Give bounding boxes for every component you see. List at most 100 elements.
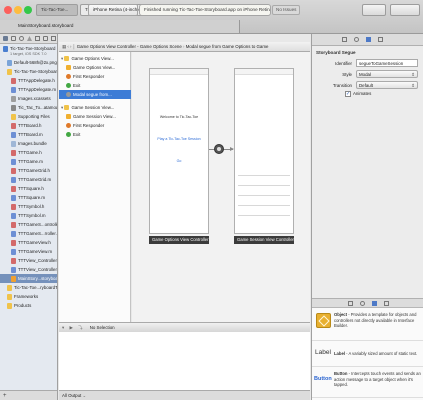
navigator-item[interactable]: TTTBoard.m xyxy=(0,130,57,139)
add-icon[interactable]: + xyxy=(3,393,7,399)
navigator-item[interactable]: TTTAppDelegate.m xyxy=(0,85,57,94)
navigator-item[interactable]: TTTView_Controller.h xyxy=(0,256,58,265)
file-inspector-icon[interactable] xyxy=(342,37,347,42)
button-icon: Button xyxy=(314,376,332,382)
navigator-item[interactable]: Tic-Tac-Toe-Storyboard xyxy=(0,67,57,76)
navigator-item[interactable]: Supporting Files xyxy=(0,112,57,121)
library-item-object[interactable]: Object - Provides a template for objects… xyxy=(312,309,423,341)
library-item-button[interactable]: Button Button - Intercepts touch events … xyxy=(312,368,423,398)
exit-icon xyxy=(66,83,71,89)
minimize-window-button[interactable] xyxy=(14,6,22,14)
storyboard-canvas[interactable]: Welcome to Tic-Tac-Toe Play a Tic-Tac-To… xyxy=(132,52,310,322)
continue-icon[interactable]: ▶ xyxy=(69,325,72,330)
scene-title-bar-1[interactable]: Game Options View Controller xyxy=(149,236,209,244)
navigator-item[interactable]: Default-568h@2x.png xyxy=(0,58,57,67)
debug-navigator-icon[interactable] xyxy=(43,36,48,41)
table-cell[interactable] xyxy=(238,209,290,216)
navigator-item[interactable]: Products xyxy=(0,301,57,310)
close-window-button[interactable] xyxy=(4,6,12,14)
issues-badge[interactable]: No Issues xyxy=(272,5,301,15)
document-tab[interactable]: MainStoryboard.storyboard xyxy=(0,20,240,33)
output-filter[interactable]: All Output ⌄ xyxy=(59,390,310,400)
navigator-item[interactable]: TTTGame.m xyxy=(0,157,57,166)
window-tab-1[interactable]: Tic-Tac-Toe... xyxy=(36,4,78,16)
jumpbar-item-segue[interactable]: Modal segue from Game Options to Game xyxy=(186,44,269,49)
log-navigator-icon[interactable] xyxy=(51,36,56,41)
go-button[interactable]: Go xyxy=(150,159,208,163)
segue-icon[interactable] xyxy=(214,144,224,154)
issue-navigator-icon[interactable] xyxy=(27,36,32,41)
outline-item-responder[interactable]: First Responder xyxy=(59,121,131,130)
search-navigator-icon[interactable] xyxy=(19,36,24,41)
navigator-item[interactable]: TTTView_Controller.m xyxy=(0,265,57,274)
navigator-item[interactable]: Tic_Tac_To...atamodeld xyxy=(0,103,57,112)
editor-mode-segment[interactable] xyxy=(362,4,386,16)
game-options-scene[interactable]: Welcome to Tic-Tac-Toe Play a Tic-Tac-To… xyxy=(149,68,209,234)
navigator-item[interactable]: MainStory...storyboard xyxy=(0,274,58,283)
outline-item-scene[interactable]: ▾ Game Options View... xyxy=(59,54,131,63)
output-selector[interactable]: All Output xyxy=(62,393,81,398)
source-icon xyxy=(11,86,16,93)
outline-item-responder[interactable]: First Responder xyxy=(59,72,131,81)
navigator-item[interactable]: TTTSquare.m xyxy=(0,193,57,202)
hide-debug-icon[interactable]: ▾ xyxy=(62,325,64,330)
identifier-field[interactable]: segueToGameSession xyxy=(356,59,418,67)
console-area[interactable] xyxy=(59,332,310,390)
jumpbar-item-scene[interactable]: Game Options View Controller - Game Opti… xyxy=(77,44,182,49)
help-inspector-icon[interactable] xyxy=(354,37,359,42)
folder-icon[interactable] xyxy=(3,36,8,41)
symbol-navigator-icon[interactable] xyxy=(11,36,16,41)
navigator-item[interactable]: TTTGameS...ontroller.h xyxy=(0,220,57,229)
navigator-item[interactable]: TTTGameGrid.m xyxy=(0,175,57,184)
file-template-icon[interactable] xyxy=(348,301,353,306)
navigator-item[interactable]: TTTGameView.h xyxy=(0,238,57,247)
object-library-icon[interactable] xyxy=(372,301,377,306)
table-cell[interactable] xyxy=(238,189,290,196)
navigator-filter-bar[interactable]: + xyxy=(0,390,57,400)
table-cell[interactable] xyxy=(238,169,290,176)
outline-item-scene[interactable]: ▾ Game Session View... xyxy=(59,103,131,112)
navigator-item[interactable]: TTTGameS...rroller.m xyxy=(0,229,57,238)
navigator-item-label: TTTView_Controller.h xyxy=(18,258,58,263)
outline-item-vc[interactable]: Game Options View... xyxy=(59,63,131,72)
outline-item-vc[interactable]: Game Session View... xyxy=(59,112,131,121)
style-select[interactable]: Modal ⇕ xyxy=(356,70,418,78)
transition-select[interactable]: Default ⇕ xyxy=(356,81,418,89)
navigator-item-label: MainStory...storyboard xyxy=(18,276,58,281)
navigator-item[interactable]: Frameworks xyxy=(0,292,57,301)
navigator-item[interactable]: TTTGame.h xyxy=(0,148,57,157)
navigator-item[interactable]: Tic-Tac-Toe...ryboardTests xyxy=(0,283,57,292)
navigator-item[interactable]: TTTAppDelegate.h xyxy=(0,76,57,85)
code-snippet-icon[interactable] xyxy=(360,301,365,306)
outline-item-segue[interactable]: Modal segue from... xyxy=(59,90,131,99)
related-items-icon[interactable]: ▦ ‹ › │ xyxy=(62,44,77,49)
animates-checkbox[interactable]: ✓ xyxy=(345,91,351,97)
view-toggle-segment[interactable] xyxy=(390,4,420,16)
outline-item-exit[interactable]: Exit xyxy=(59,81,131,90)
navigator-item[interactable]: Images.xcassets xyxy=(0,94,57,103)
library-title: Button xyxy=(334,371,348,376)
zoom-window-button[interactable] xyxy=(24,6,32,14)
scheme-selector[interactable]: iPhone Retina (4-inch 64-bit) xyxy=(88,4,138,16)
media-library-icon[interactable] xyxy=(384,301,389,306)
scene-title-bar-2[interactable]: Game Session View Controller xyxy=(234,236,294,244)
welcome-label[interactable]: Welcome to Tic-Tac-Toe xyxy=(150,115,208,119)
table-cell[interactable] xyxy=(238,199,290,206)
navigator-item[interactable]: Images.bundle xyxy=(0,139,57,148)
table-cell[interactable] xyxy=(238,179,290,186)
step-icon[interactable]: ⤵ xyxy=(78,325,82,330)
game-session-scene[interactable] xyxy=(234,68,294,234)
navigator-item[interactable]: TTTGameView.m xyxy=(0,247,57,256)
outline-item-exit[interactable]: Exit xyxy=(59,130,131,139)
navigator-item[interactable]: TTTSymbol.m xyxy=(0,211,57,220)
connections-inspector-icon[interactable] xyxy=(378,37,383,42)
navigator-item[interactable]: TTTSquare.h xyxy=(0,184,57,193)
attributes-inspector-icon[interactable] xyxy=(366,37,371,42)
navigator-toolbar xyxy=(0,34,57,44)
library-item-label[interactable]: Label Label - A variably sized amount of… xyxy=(312,342,423,367)
subtitle-label[interactable]: Play a Tic-Tac-Toe Session xyxy=(150,137,208,141)
navigator-item[interactable]: TTTBoard.h xyxy=(0,121,57,130)
navigator-item[interactable]: TTTSymbol.h xyxy=(0,202,57,211)
test-navigator-icon[interactable] xyxy=(35,36,40,41)
navigator-item[interactable]: TTTGameGrid.h xyxy=(0,166,57,175)
